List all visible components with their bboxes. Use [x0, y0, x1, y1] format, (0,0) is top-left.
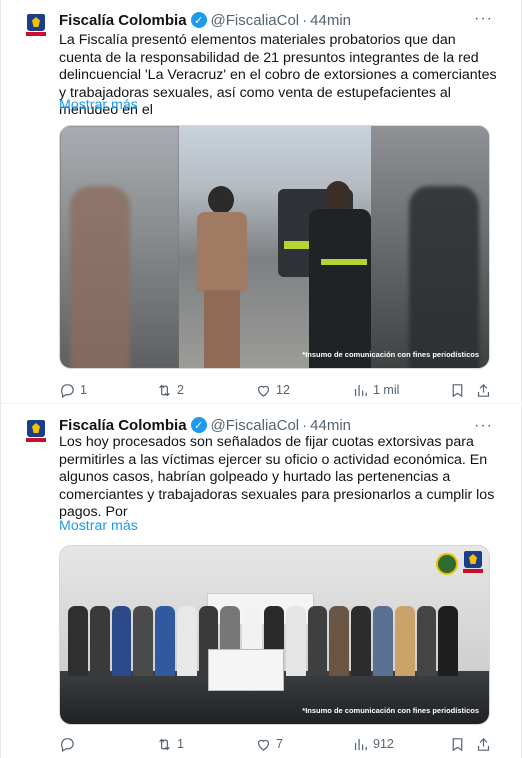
- reply-button[interactable]: 1: [59, 382, 87, 399]
- bookmark-icon: [452, 737, 463, 751]
- avatar[interactable]: [23, 420, 49, 446]
- timeline: Fiscalía Colombia ✓ @FiscaliaCol · 44min…: [0, 0, 522, 758]
- fiscalia-logo-icon: [463, 551, 483, 575]
- reply-count: 1: [80, 383, 87, 397]
- separator: ·: [302, 416, 308, 434]
- author-name[interactable]: Fiscalía Colombia: [59, 417, 187, 434]
- police-officer: [305, 181, 373, 368]
- timestamp[interactable]: 44min: [310, 417, 351, 434]
- share-icon: [477, 383, 490, 397]
- author-name[interactable]: Fiscalía Colombia: [59, 12, 187, 29]
- tweet-text: Los hoy procesados son señalados de fija…: [59, 434, 495, 520]
- reply-icon: [61, 383, 74, 398]
- share-button[interactable]: [475, 382, 492, 399]
- tweet-header: Fiscalía Colombia ✓ @FiscaliaCol · 44min: [59, 10, 351, 30]
- fiscalia-shield-icon: [26, 14, 46, 38]
- show-more-link[interactable]: Mostrar más: [59, 97, 138, 113]
- like-button[interactable]: 12: [255, 382, 290, 399]
- tweet-actions: 1 2 12 1 mil: [59, 380, 499, 400]
- media-caption: *Insumo de comunicación con fines period…: [302, 350, 479, 359]
- reply-button[interactable]: [59, 736, 80, 753]
- avatar[interactable]: [23, 14, 49, 40]
- timestamp[interactable]: 44min: [310, 12, 351, 29]
- views-chart-icon: [354, 384, 367, 396]
- author-handle[interactable]: @FiscaliaCol: [211, 12, 300, 29]
- share-icon: [477, 737, 490, 751]
- retweet-count: 1: [177, 737, 184, 751]
- tweet-actions: 1 7 912: [59, 734, 499, 754]
- fiscalia-shield-icon: [26, 420, 46, 444]
- more-options-icon[interactable]: ···: [474, 417, 493, 435]
- views-button[interactable]: 912: [352, 736, 394, 753]
- tweet-media-image[interactable]: *Insumo de comunicación con fines period…: [59, 125, 490, 369]
- share-button[interactable]: [475, 736, 492, 753]
- tweet[interactable]: Fiscalía Colombia ✓ @FiscaliaCol · 44min…: [1, 0, 522, 404]
- media-blur-right: [371, 126, 489, 368]
- verified-badge-icon: ✓: [190, 12, 207, 28]
- heart-icon: [257, 739, 270, 751]
- bookmark-button[interactable]: [449, 382, 466, 399]
- detained-person: [192, 186, 250, 368]
- tweet[interactable]: Fiscalía Colombia ✓ @FiscaliaCol · 44min…: [1, 404, 522, 758]
- retweet-icon: [159, 738, 170, 750]
- views-button[interactable]: 1 mil: [352, 382, 399, 399]
- author-handle[interactable]: @FiscaliaCol: [211, 417, 300, 434]
- heart-icon: [257, 385, 270, 397]
- tweet-media-image[interactable]: *Insumo de comunicación con fines period…: [59, 545, 490, 725]
- bookmark-button[interactable]: [449, 736, 466, 753]
- retweet-icon: [159, 384, 170, 396]
- more-options-icon[interactable]: ···: [474, 10, 493, 28]
- verified-badge-icon: ✓: [190, 417, 207, 433]
- bookmark-icon: [452, 383, 463, 397]
- tweet-header: Fiscalía Colombia ✓ @FiscaliaCol · 44min: [59, 415, 351, 435]
- police-logo-icon: [436, 553, 458, 575]
- views-chart-icon: [354, 738, 367, 750]
- show-more-link[interactable]: Mostrar más: [59, 518, 138, 534]
- reply-icon: [61, 737, 74, 752]
- like-count: 7: [276, 737, 283, 751]
- view-count: 1 mil: [373, 383, 400, 397]
- retweet-button[interactable]: 2: [156, 382, 184, 399]
- retweet-count: 2: [177, 383, 184, 397]
- separator: ·: [302, 11, 308, 29]
- media-caption: *Insumo de comunicación con fines period…: [302, 706, 479, 715]
- media-blur-left: [60, 126, 179, 368]
- evidence-table: [208, 649, 284, 691]
- retweet-button[interactable]: 1: [156, 736, 184, 753]
- like-count: 12: [276, 383, 290, 397]
- view-count: 912: [373, 737, 394, 751]
- like-button[interactable]: 7: [255, 736, 283, 753]
